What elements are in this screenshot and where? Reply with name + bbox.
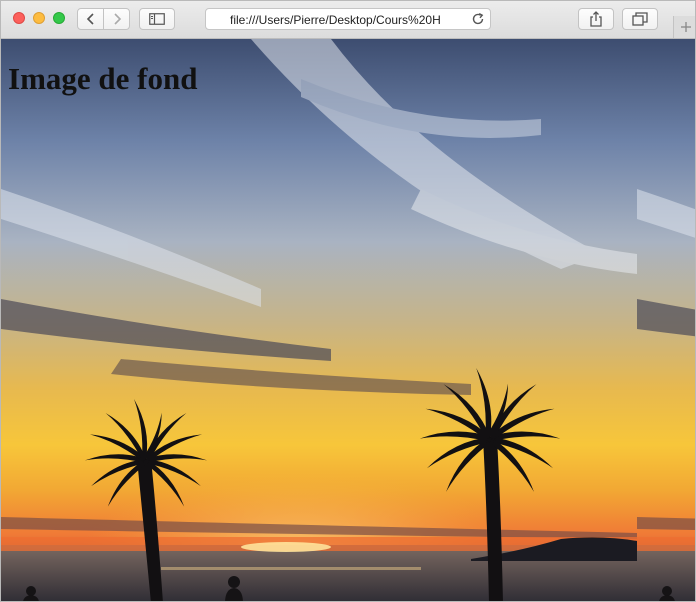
navigation-buttons [77, 8, 131, 30]
sunset-palm-trees-photo [1, 39, 637, 601]
background-image-repeat-tile [637, 39, 695, 601]
sidebar-icon [149, 13, 165, 25]
zoom-window-button[interactable] [53, 12, 65, 24]
plus-icon [680, 22, 691, 32]
back-button[interactable] [77, 8, 104, 30]
chevron-left-icon [86, 13, 94, 25]
browser-toolbar: file:///Users/Pierre/Desktop/Cours%20H [1, 1, 695, 39]
page-content: Image de fond [1, 39, 695, 601]
chevron-right-icon [113, 13, 121, 25]
minimize-window-button[interactable] [33, 12, 45, 24]
address-bar[interactable]: file:///Users/Pierre/Desktop/Cours%20H [205, 8, 491, 30]
page-heading: Image de fond [8, 61, 198, 96]
share-button[interactable] [578, 8, 614, 30]
share-icon [590, 11, 602, 27]
url-text[interactable]: file:///Users/Pierre/Desktop/Cours%20H [230, 12, 466, 28]
tabs-overview-button[interactable] [622, 8, 658, 30]
new-tab-button[interactable] [673, 16, 695, 38]
forward-button[interactable] [103, 8, 130, 30]
sunset-palm-trees-photo-repeat [637, 39, 695, 601]
tabs-overview-icon [632, 12, 648, 26]
background-image-tile [1, 39, 637, 601]
sidebar-toggle-button[interactable] [139, 8, 175, 30]
reload-icon[interactable] [471, 12, 485, 26]
close-window-button[interactable] [13, 12, 25, 24]
browser-window: file:///Users/Pierre/Desktop/Cours%20H I… [0, 0, 696, 602]
